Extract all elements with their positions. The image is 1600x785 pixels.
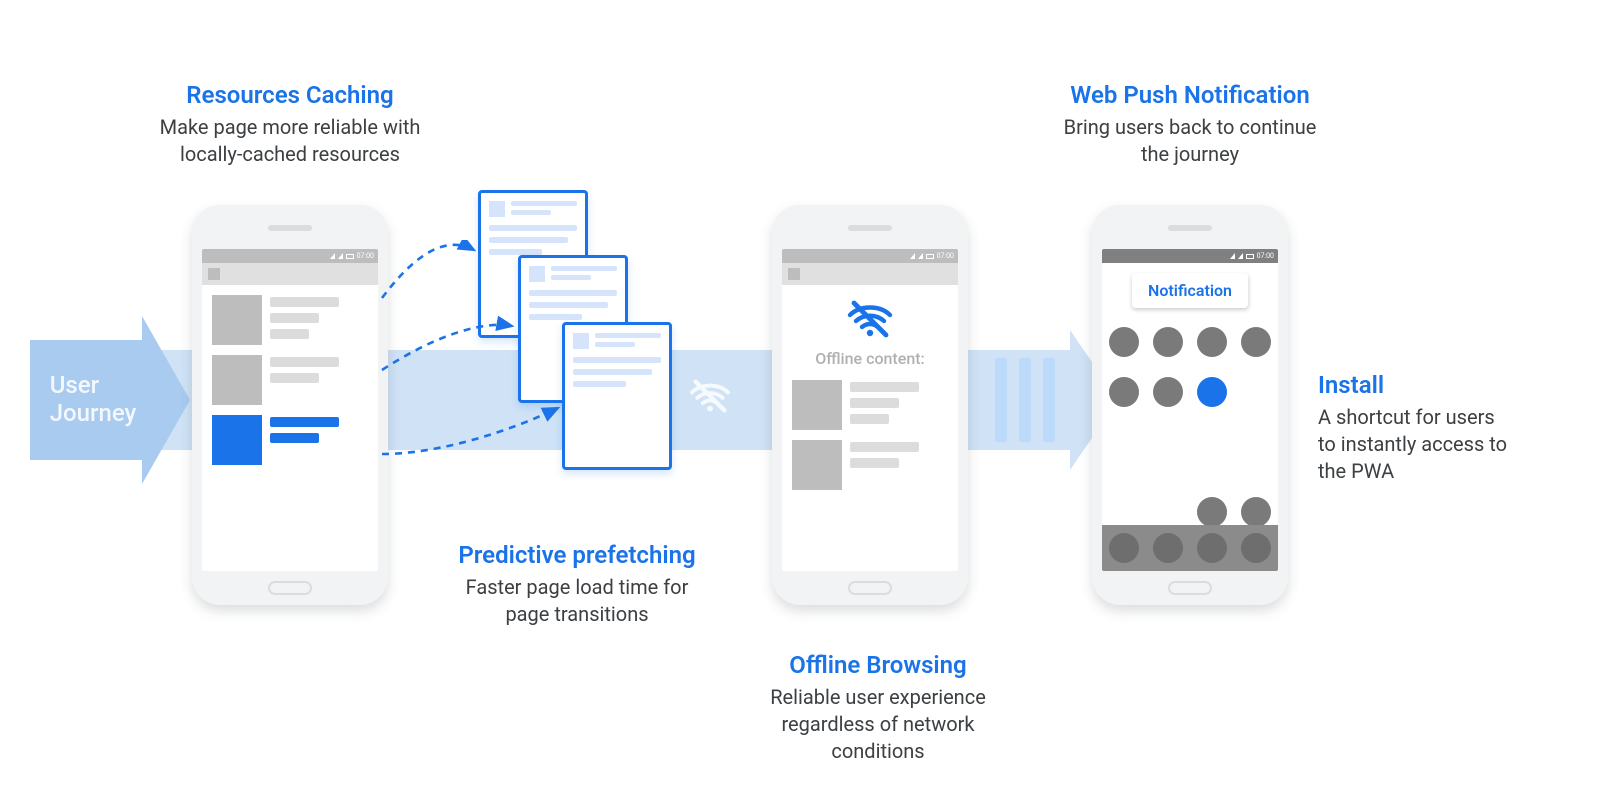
- app-bar: [202, 263, 378, 285]
- flow-gap-bar: [1019, 358, 1031, 442]
- dock-app-icon[interactable]: [1197, 533, 1227, 563]
- pwa-shortcut-icon[interactable]: [1197, 377, 1227, 407]
- notification-chip[interactable]: Notification: [1132, 273, 1248, 308]
- home-app-icon[interactable]: [1109, 377, 1139, 407]
- offline-heading: Offline content:: [794, 349, 946, 368]
- dock-app-icon[interactable]: [1109, 533, 1139, 563]
- status-time: 07:00: [937, 252, 954, 260]
- dock-app-icon[interactable]: [1153, 533, 1183, 563]
- phone-install-screen: 07:00 Notification: [1102, 249, 1278, 571]
- home-app-icon[interactable]: [1153, 327, 1183, 357]
- home-app-icon[interactable]: [1241, 327, 1271, 357]
- user-journey-arrow: User Journey: [30, 316, 190, 484]
- status-time: 07:00: [357, 252, 374, 260]
- caption-title: Resources Caching: [100, 80, 480, 110]
- caption-push: Web Push Notification Bring users back t…: [990, 80, 1390, 168]
- status-bar: 07:00: [782, 249, 958, 263]
- status-bar: 07:00: [1102, 249, 1278, 263]
- caption-sub: A shortcut for users to instantly access…: [1318, 404, 1578, 485]
- wifi-off-icon: [845, 324, 895, 343]
- caption-sub: Bring users back to continue the journey: [990, 114, 1390, 168]
- user-journey-label: User Journey: [50, 372, 137, 427]
- phone-caching-screen: 07:00: [202, 249, 378, 571]
- status-time: 07:00: [1257, 252, 1274, 260]
- phone-offline: 07:00 Offline content:: [772, 205, 968, 605]
- caption-prefetch: Predictive prefetching Faster page load …: [412, 540, 742, 628]
- list-item: [202, 345, 378, 405]
- flow-gap-bar: [1043, 358, 1055, 442]
- caption-sub: Make page more reliable with locally-cac…: [100, 114, 480, 168]
- app-bar: [782, 263, 958, 285]
- caption-title: Predictive prefetching: [412, 540, 742, 570]
- caption-sub: Reliable user experience regardless of n…: [718, 684, 1038, 765]
- phone-install: 07:00 Notification: [1092, 205, 1288, 605]
- prefetch-arrow: [378, 240, 578, 490]
- caption-caching: Resources Caching Make page more reliabl…: [100, 80, 480, 168]
- phone-offline-screen: 07:00 Offline content:: [782, 249, 958, 571]
- wifi-off-icon: [688, 378, 732, 418]
- dock: [1102, 525, 1278, 571]
- home-app-icon[interactable]: [1197, 327, 1227, 357]
- app-grid: [1102, 327, 1278, 527]
- list-item-active: [202, 405, 378, 465]
- caption-title: Offline Browsing: [718, 650, 1038, 680]
- caption-offline: Offline Browsing Reliable user experienc…: [718, 650, 1038, 765]
- dock-app-icon[interactable]: [1241, 533, 1271, 563]
- caption-install: Install A shortcut for users to instantl…: [1318, 370, 1578, 485]
- phone-caching: 07:00: [192, 205, 388, 605]
- flow-gap-bar: [995, 358, 1007, 442]
- home-app-icon[interactable]: [1153, 377, 1183, 407]
- caption-title: Web Push Notification: [990, 80, 1390, 110]
- home-app-icon[interactable]: [1241, 497, 1271, 527]
- list-item: [202, 285, 378, 345]
- list-item: [782, 376, 958, 430]
- list-item: [782, 430, 958, 490]
- prefetch-card: [562, 322, 672, 470]
- caption-sub: Faster page load time for page transitio…: [412, 574, 742, 628]
- caption-title: Install: [1318, 370, 1578, 400]
- home-app-icon[interactable]: [1109, 327, 1139, 357]
- status-bar: 07:00: [202, 249, 378, 263]
- home-app-icon[interactable]: [1197, 497, 1227, 527]
